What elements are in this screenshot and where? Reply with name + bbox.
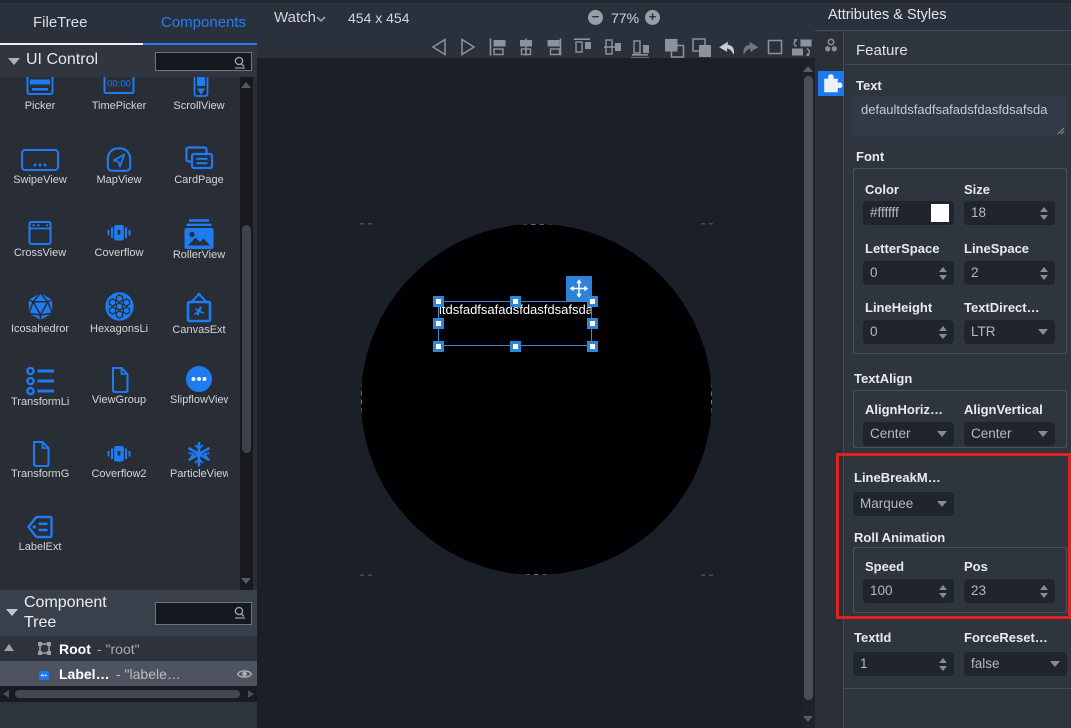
svg-text:00:00: 00:00 xyxy=(107,79,131,90)
